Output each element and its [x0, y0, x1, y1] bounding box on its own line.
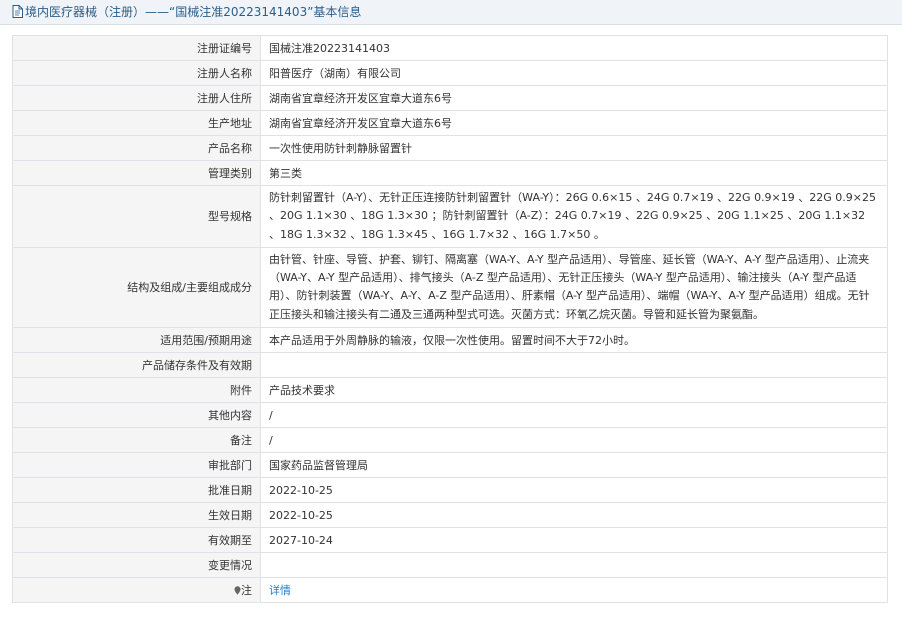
- details-link[interactable]: 详情: [269, 584, 291, 597]
- table-row: 变更情况: [12, 552, 888, 579]
- note-label: 注: [241, 583, 252, 597]
- info-table: 注册证编号 国械注准20223141403 注册人名称 阳普医疗（湖南）有限公司…: [12, 35, 888, 604]
- row-value: 由针管、针座、导管、护套、铆钉、隔离塞（WA-Y、A-Y 型产品适用）、导管座、…: [260, 246, 888, 329]
- note-row: 注 详情: [12, 577, 888, 604]
- row-value: 2027-10-24: [260, 527, 888, 554]
- row-label: 产品储存条件及有效期: [12, 352, 261, 379]
- table-row: 注册人住所 湖南省宜章经济开发区宜章大道东6号: [12, 85, 888, 111]
- pin-icon: [234, 583, 241, 595]
- row-value: [260, 352, 888, 379]
- document-icon: [12, 2, 23, 26]
- row-label: 注册人住所: [12, 85, 261, 111]
- row-value: /: [260, 402, 888, 429]
- row-label: 产品名称: [12, 135, 261, 161]
- note-value-cell: 详情: [260, 577, 888, 604]
- row-label: 其他内容: [12, 402, 261, 429]
- table-row: 批准日期 2022-10-25: [12, 477, 888, 504]
- table-row: 附件 产品技术要求: [12, 377, 888, 404]
- table-row: 注册人名称 阳普医疗（湖南）有限公司: [12, 60, 888, 86]
- row-value: 湖南省宜章经济开发区宜章大道东6号: [260, 85, 888, 111]
- row-value: 湖南省宜章经济开发区宜章大道东6号: [260, 110, 888, 136]
- table-row: 产品储存条件及有效期: [12, 352, 888, 379]
- table-row: 管理类别 第三类: [12, 160, 888, 186]
- row-value: /: [260, 427, 888, 454]
- table-row: 备注 /: [12, 427, 888, 454]
- row-value: [260, 552, 888, 579]
- row-label: 有效期至: [12, 527, 261, 554]
- table-row: 型号规格 防针刺留置针（A-Y）、无针正压连接防针刺留置针（WA-Y）：26G …: [12, 185, 888, 248]
- row-label: 管理类别: [12, 160, 261, 186]
- row-label: 备注: [12, 427, 261, 454]
- row-value: 国家药品监督管理局: [260, 452, 888, 479]
- row-label: 附件: [12, 377, 261, 404]
- table-row: 产品名称 一次性使用防针刺静脉留置针: [12, 135, 888, 161]
- row-value: 国械注准20223141403: [260, 35, 888, 61]
- table-row: 注册证编号 国械注准20223141403: [12, 35, 888, 61]
- row-value: 一次性使用防针刺静脉留置针: [260, 135, 888, 161]
- row-value: 第三类: [260, 160, 888, 186]
- row-label: 审批部门: [12, 452, 261, 479]
- row-value: 阳普医疗（湖南）有限公司: [260, 60, 888, 86]
- row-label: 型号规格: [12, 185, 261, 248]
- table-row: 生效日期 2022-10-25: [12, 502, 888, 529]
- row-value: 2022-10-25: [260, 477, 888, 504]
- table-row: 结构及组成/主要组成成分 由针管、针座、导管、护套、铆钉、隔离塞（WA-Y、A-…: [12, 246, 888, 329]
- table-row: 生产地址 湖南省宜章经济开发区宜章大道东6号: [12, 110, 888, 136]
- row-label: 生产地址: [12, 110, 261, 136]
- row-value: 产品技术要求: [260, 377, 888, 404]
- row-label: 注册人名称: [12, 60, 261, 86]
- row-value: 本产品适用于外周静脉的输液，仅限一次性使用。留置时间不大于72小时。: [260, 327, 888, 354]
- note-label-cell: 注: [12, 577, 261, 604]
- row-label: 适用范围/预期用途: [12, 327, 261, 354]
- table-row: 适用范围/预期用途 本产品适用于外周静脉的输液，仅限一次性使用。留置时间不大于7…: [12, 327, 888, 354]
- row-label: 变更情况: [12, 552, 261, 579]
- table-row: 其他内容 /: [12, 402, 888, 429]
- page-title-bar: 境内医疗器械（注册）——“国械注准20223141403”基本信息: [0, 0, 902, 25]
- page-title: 境内医疗器械（注册）——“国械注准20223141403”基本信息: [25, 5, 362, 19]
- row-label: 结构及组成/主要组成成分: [12, 246, 261, 329]
- row-value: 防针刺留置针（A-Y）、无针正压连接防针刺留置针（WA-Y）：26G 0.6×1…: [260, 185, 888, 248]
- row-label: 生效日期: [12, 502, 261, 529]
- row-label: 批准日期: [12, 477, 261, 504]
- row-label: 注册证编号: [12, 35, 261, 61]
- table-row: 有效期至 2027-10-24: [12, 527, 888, 554]
- row-value: 2022-10-25: [260, 502, 888, 529]
- table-row: 审批部门 国家药品监督管理局: [12, 452, 888, 479]
